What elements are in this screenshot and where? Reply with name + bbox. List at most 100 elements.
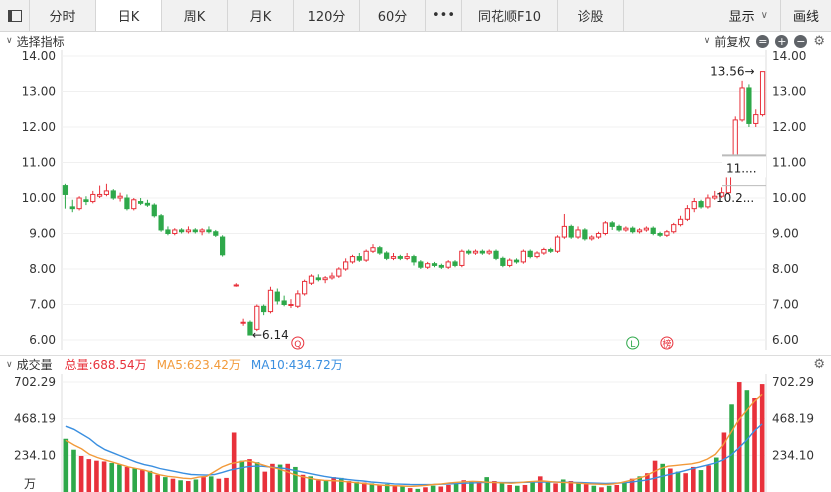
candle-body [370, 247, 376, 252]
candle-body [384, 252, 390, 259]
candle-body [486, 250, 492, 254]
candlestick-chart[interactable]: 14.00 14.00 13.00 13.00 12.00 12.00 11.00 11.00… [0, 50, 831, 350]
candle-body [83, 199, 89, 203]
display-menu-button[interactable]: 显示 ∨ [717, 0, 780, 31]
tab-day-k[interactable]: 日K [96, 0, 162, 31]
candle-body [418, 261, 424, 268]
candle-body [213, 231, 219, 236]
price-tick-right: 12.00 [772, 120, 806, 134]
volume-bar [606, 485, 612, 492]
candle-body [507, 259, 513, 266]
tab-intraday[interactable]: 分时 [30, 0, 96, 31]
price-tick-right: 10.00 [772, 191, 806, 205]
volume-bar [668, 468, 673, 492]
candle-body [527, 250, 533, 258]
volume-bar [94, 460, 99, 492]
candle-body [595, 233, 602, 238]
volume-bar [522, 484, 528, 492]
kline-pane-header: ∨ 选择指标 ∨ 前复权 = + − ⚙ [0, 32, 831, 50]
candle-body [329, 275, 335, 279]
candle-body [404, 256, 410, 259]
adjust-selector[interactable]: ∨ 前复权 [704, 33, 751, 50]
candle-body [288, 304, 294, 306]
price-tick-left: 13.00 [22, 85, 56, 99]
price-tag-lower: 10.2... [716, 191, 754, 205]
tab-week-k[interactable]: 周K [162, 0, 228, 31]
price-tick-left: 14.00 [22, 50, 56, 63]
candle-body [178, 229, 185, 233]
volume-bar [163, 477, 168, 492]
volume-bar [147, 470, 153, 492]
tab-diagnose[interactable]: 诊股 [558, 0, 624, 31]
volume-bar [515, 485, 520, 492]
tab-120min[interactable]: 120分 [294, 0, 360, 31]
price-tick-left: 8.00 [29, 262, 56, 276]
candle-body [630, 227, 636, 233]
volume-indicator-selector[interactable]: ∨ 成交量 总量:688.54万 MA5:623.42万 MA10:434.72… [0, 356, 343, 373]
price-tick-right: 8.00 [772, 262, 799, 276]
tab-more[interactable]: ••• [426, 0, 462, 31]
volume-bar [759, 384, 765, 492]
candle-body [267, 289, 274, 313]
zoom-in-icon[interactable]: + [775, 34, 789, 48]
volume-bar [622, 482, 627, 492]
volume-bar [583, 484, 589, 492]
collapse-icon[interactable]: = [756, 34, 770, 48]
candle-body [144, 202, 151, 206]
candle-body [575, 229, 581, 238]
candle-body [472, 250, 479, 254]
tab-60min[interactable]: 60分 [360, 0, 426, 31]
display-label: 显示 [728, 10, 755, 25]
candle-body [302, 280, 308, 295]
candle-body [513, 259, 520, 263]
volume-bar [140, 470, 145, 492]
volume-bar [193, 479, 199, 492]
chevron-down-icon: ∨ [703, 36, 711, 46]
volume-pane-controls: ⚙ [813, 357, 831, 372]
candle-body [493, 250, 499, 259]
draw-line-button[interactable]: 画线 [779, 0, 831, 31]
volume-tick-right: 234.10 [772, 448, 814, 462]
price-tick-right: 13.00 [772, 85, 806, 99]
gear-icon[interactable]: ⚙ [813, 34, 825, 49]
candle-body [254, 305, 260, 330]
gear-icon[interactable]: ⚙ [813, 357, 825, 372]
candle-body [261, 305, 267, 313]
candle-body [445, 261, 451, 268]
period-tab-bar: 分时 日K 周K 月K 120分 60分 ••• 同花顺F10 诊股 显示 ∨ … [0, 0, 831, 32]
volume-ma5: MA5:623.42万 [156, 358, 241, 372]
volume-tick-left: 468.19 [14, 412, 56, 426]
price-tick-right: 9.00 [772, 227, 799, 241]
panel-toggle-button[interactable] [0, 0, 30, 31]
candle-body [479, 250, 485, 254]
volume-bar [323, 481, 329, 492]
toolbar-right: 显示 ∨ 画线 [717, 0, 831, 31]
tab-month-k[interactable]: 月K [228, 0, 294, 31]
zoom-out-icon[interactable]: − [794, 34, 808, 48]
volume-bar [262, 471, 268, 492]
candle-body [431, 263, 438, 266]
volume-bar [576, 482, 581, 492]
volume-bar [71, 449, 76, 492]
indicator-selector[interactable]: ∨ 选择指标 [0, 33, 65, 50]
candle-body [199, 229, 205, 233]
event-marker-label: Q [294, 340, 301, 350]
candle-body [541, 248, 547, 254]
price-tick-right: 6.00 [772, 333, 799, 347]
event-marker-label: L [630, 340, 635, 350]
candle-body [397, 256, 403, 259]
candle-body [500, 257, 506, 266]
candle-body [459, 250, 465, 266]
tab-f10[interactable]: 同花顺F10 [462, 0, 558, 31]
event-marker-label: 榜 [662, 338, 671, 350]
volume-bar [683, 473, 688, 492]
ma5-line [65, 393, 763, 488]
candle-body [295, 293, 301, 307]
volume-chart[interactable]: 702.29 702.29 468.19 468.19 234.10 234.10 万 [0, 374, 831, 492]
volume-ma10: MA10:434.72万 [250, 358, 343, 372]
candle-body [561, 225, 567, 238]
volume-pane-header: ∨ 成交量 总量:688.54万 MA5:623.42万 MA10:434.72… [0, 355, 831, 373]
candle-body [315, 277, 321, 281]
volume-bar [499, 482, 505, 492]
volume-bar [591, 485, 597, 492]
